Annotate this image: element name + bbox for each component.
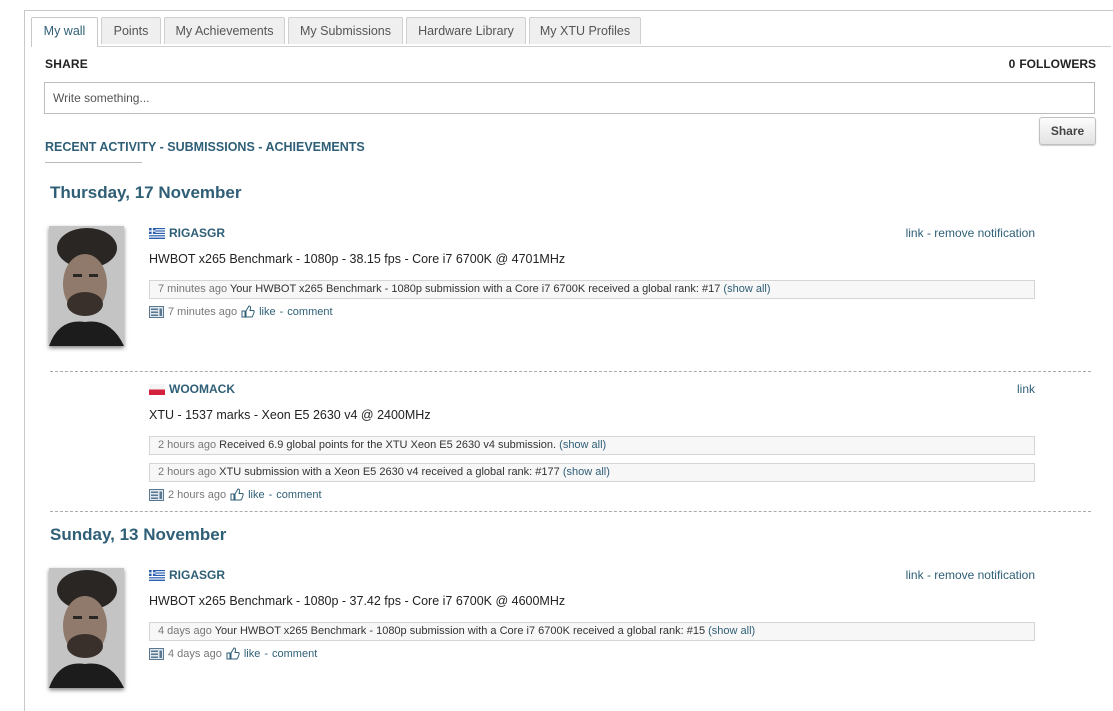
submission-title: HWBOT x265 Benchmark - 1080p - 37.42 fps… [149,594,566,608]
username-link[interactable]: WOOMACK [149,382,235,396]
submission-icon [149,647,164,660]
username: WOOMACK [169,382,235,396]
filter-separator: - [258,140,263,154]
tab-hardware-library[interactable]: Hardware Library [406,17,526,44]
show-all-link[interactable]: (show all) [723,283,770,295]
entry-time: 7 minutes ago [168,305,238,318]
like-link[interactable]: like [248,489,265,501]
followers-count[interactable]: 0 FOLLOWERS [1000,57,1096,71]
comment-link[interactable]: comment [272,648,317,660]
share-button[interactable]: Share [1039,117,1096,145]
notification-row: 4 days ago Your HWBOT x265 Benchmark - 1… [149,622,1035,641]
active-filter-underline [45,162,142,163]
entry-meta: 7 minutes ago like - comment [149,305,333,318]
tab-my-xtu-profiles[interactable]: My XTU Profiles [529,17,641,44]
entry-time: 4 days ago [168,647,222,660]
submission-title: XTU - 1537 marks - Xeon E5 2630 v4 @ 240… [149,408,431,422]
entry-divider [50,371,1091,372]
entry-actions: link - remove notification [905,568,1035,582]
notification-time: 7 minutes ago [158,283,228,295]
show-all-link[interactable]: (show all) [559,439,606,451]
notification-time: 2 hours ago [158,466,217,478]
entry-link[interactable]: link [906,226,924,240]
comment-link[interactable]: comment [287,306,332,318]
notification-text: Received 6.9 global points for the XTU X… [219,439,557,451]
greece-flag-icon [149,569,165,581]
avatar-photo [49,226,124,346]
activity-filters: RECENT ACTIVITY - SUBMISSIONS - ACHIEVEM… [45,140,365,154]
filter-separator: - [159,140,164,154]
tab-my-submissions[interactable]: My Submissions [288,17,403,44]
greece-flag-icon [149,227,165,239]
tab-my-achievements[interactable]: My Achievements [164,17,285,44]
notification-text: Your HWBOT x265 Benchmark - 1080p submis… [229,283,721,295]
avatar-photo [49,568,124,688]
share-input[interactable] [44,82,1095,114]
share-heading: SHARE [45,57,89,71]
remove-notification-link[interactable]: remove notification [934,568,1035,582]
filter-achievements[interactable]: ACHIEVEMENTS [265,140,364,154]
comment-link[interactable]: comment [276,489,321,501]
notification-row: 2 hours ago XTU submission with a Xeon E… [149,463,1035,482]
notification-text: Your HWBOT x265 Benchmark - 1080p submis… [214,625,706,637]
notification-text: XTU submission with a Xeon E5 2630 v4 re… [219,466,560,478]
notification-row: 7 minutes ago Your HWBOT x265 Benchmark … [149,280,1035,299]
thumbs-up-icon[interactable] [226,647,240,660]
remove-notification-link[interactable]: remove notification [934,226,1035,240]
poland-flag-icon [149,383,165,395]
entry-time: 2 hours ago [168,488,227,501]
tab-divider [98,46,1111,47]
filter-recent-activity[interactable]: RECENT ACTIVITY [45,140,156,154]
day-divider [50,511,1091,512]
submission-icon [149,305,164,318]
day-heading: Sunday, 13 November [50,525,227,544]
username-link[interactable]: RIGASGR [149,226,225,240]
day-heading: Thursday, 17 November [50,183,242,202]
submission-icon [149,488,164,501]
submission-title: HWBOT x265 Benchmark - 1080p - 38.15 fps… [149,252,566,266]
thumbs-up-icon[interactable] [230,488,244,501]
thumbs-up-icon[interactable] [241,305,255,318]
entry-actions: link [1017,382,1035,396]
entry-actions: link - remove notification [905,226,1035,240]
followers-number: 0 [1008,57,1016,71]
like-link[interactable]: like [244,648,261,660]
like-link[interactable]: like [259,306,276,318]
avatar[interactable] [49,568,124,688]
notification-row: 2 hours ago Received 6.9 global points f… [149,436,1035,455]
show-all-link[interactable]: (show all) [563,466,610,478]
notification-time: 4 days ago [158,625,212,637]
username: RIGASGR [169,226,226,240]
entry-link[interactable]: link [906,568,924,582]
followers-label: FOLLOWERS [1019,57,1096,71]
entry-meta: 2 hours ago like - comment [149,488,322,501]
entry-meta: 4 days ago like - comment [149,647,317,660]
avatar[interactable] [49,226,124,346]
tab-my-wall[interactable]: My wall [31,17,98,47]
entry-link[interactable]: link [1017,382,1035,396]
filter-submissions[interactable]: SUBMISSIONS [167,140,255,154]
tab-points[interactable]: Points [101,17,161,44]
username-link[interactable]: RIGASGR [149,568,225,582]
notification-time: 2 hours ago [158,439,217,451]
username: RIGASGR [169,568,226,582]
show-all-link[interactable]: (show all) [708,625,755,637]
